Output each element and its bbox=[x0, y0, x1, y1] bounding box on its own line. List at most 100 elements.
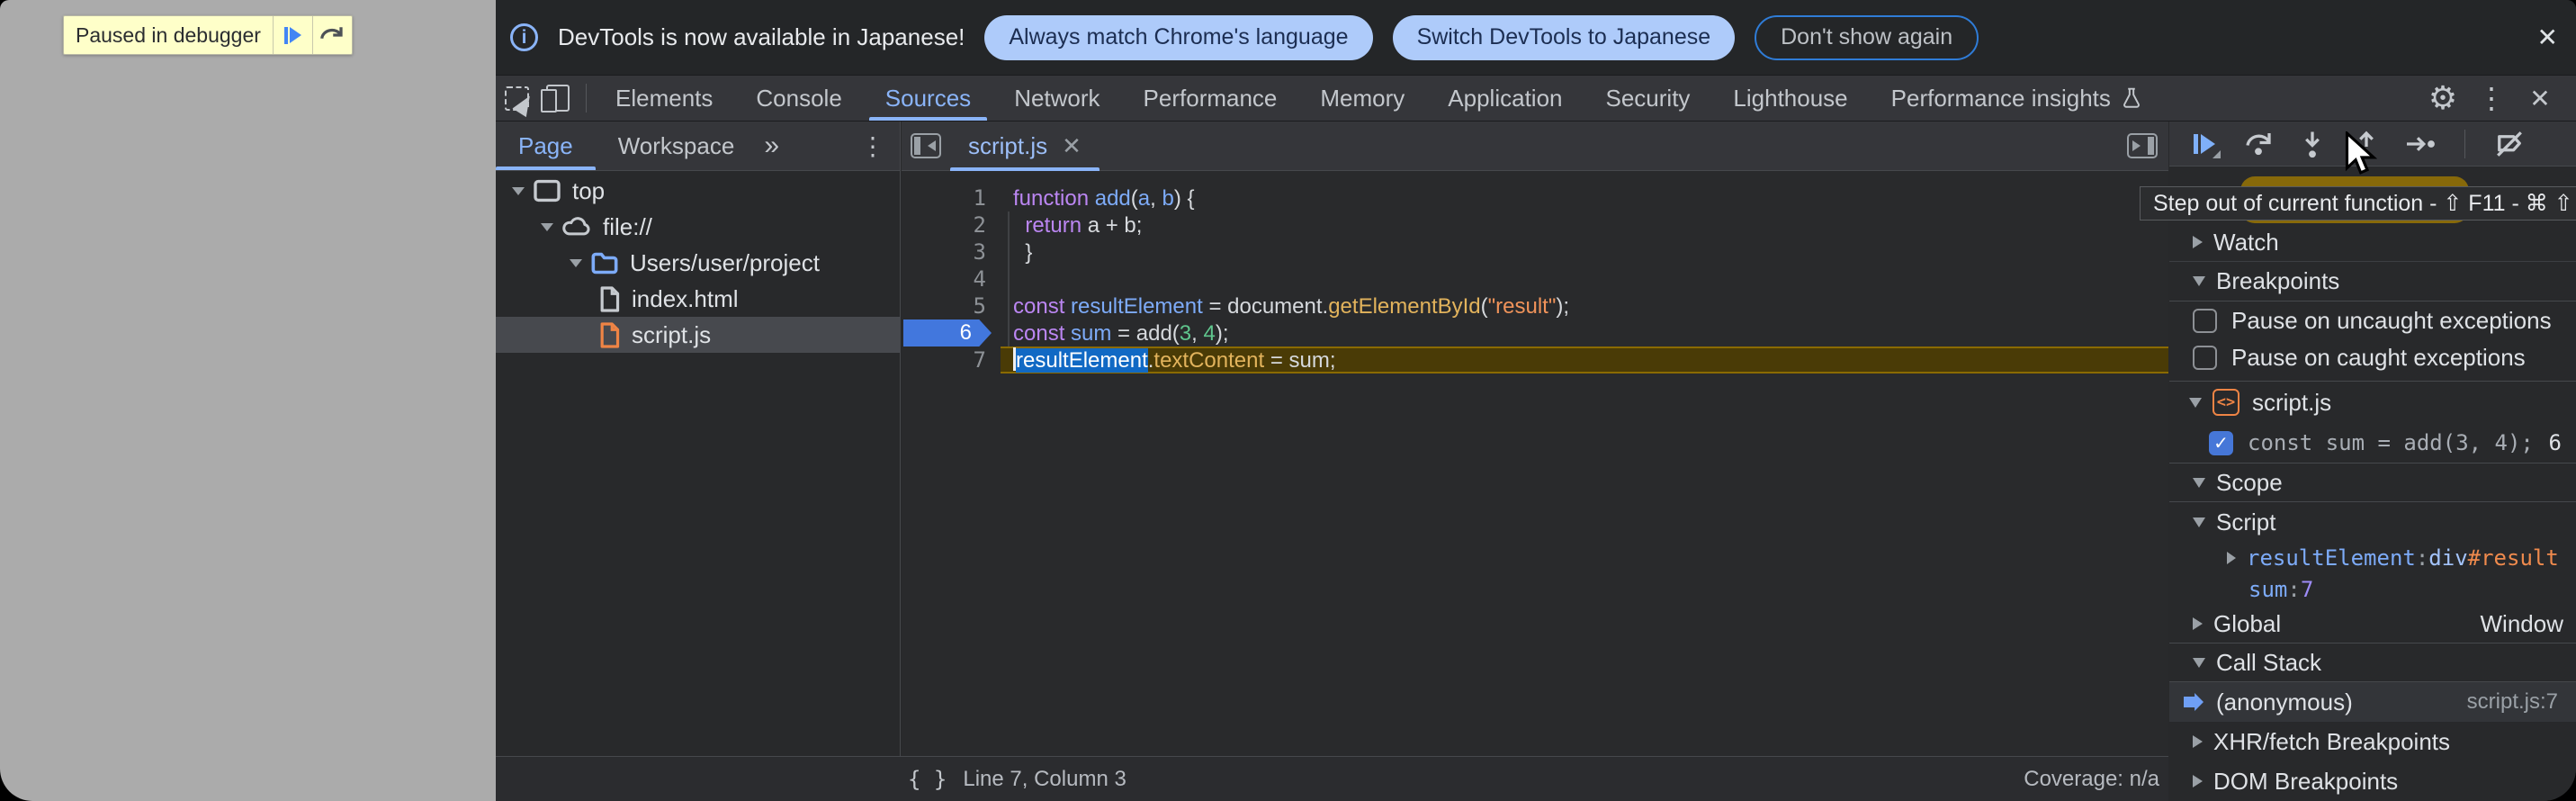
tab-network[interactable]: Network bbox=[992, 76, 1121, 121]
code-token: ); bbox=[1556, 294, 1569, 319]
tree-item-users-user-project[interactable]: Users/user/project bbox=[496, 245, 900, 281]
resume-script-button[interactable] bbox=[273, 16, 312, 54]
tab-application[interactable]: Application bbox=[1426, 76, 1584, 121]
toggle-device-toolbar-button[interactable] bbox=[537, 76, 579, 121]
editor-tab-label: script.js bbox=[968, 132, 1047, 160]
code-token: a + b; bbox=[1082, 213, 1142, 238]
line-number-6[interactable]: 6 bbox=[902, 320, 1001, 346]
line-number-4[interactable]: 4 bbox=[902, 266, 1001, 292]
section-scope[interactable]: Scope bbox=[2169, 464, 2576, 501]
chevron-down-icon bbox=[2189, 398, 2202, 408]
tab-page[interactable]: Page bbox=[496, 122, 596, 170]
var-value: 7 bbox=[2301, 577, 2313, 602]
line-number-1[interactable]: 1 bbox=[902, 184, 1001, 212]
hide-debugger-sidebar-icon[interactable] bbox=[2127, 133, 2158, 158]
line-number-7[interactable]: 7 bbox=[902, 346, 1001, 374]
inspect-element-button[interactable] bbox=[496, 76, 537, 121]
breakpoint-group-scriptjs[interactable]: <> script.js bbox=[2169, 382, 2576, 423]
code-token: function bbox=[1013, 186, 1089, 211]
tab-lighthouse[interactable]: Lighthouse bbox=[1711, 76, 1869, 121]
tab-label: Lighthouse bbox=[1733, 85, 1847, 112]
dont-show-again-button[interactable]: Don't show again bbox=[1755, 15, 1979, 60]
scope-var-resultelement[interactable]: resultElement: div#result bbox=[2169, 542, 2576, 574]
disclosure-triangle-icon[interactable] bbox=[570, 259, 582, 267]
code-line-6: const sum = add(3, 4); bbox=[902, 320, 2168, 346]
devtools-close-icon[interactable]: ✕ bbox=[2520, 84, 2560, 113]
call-stack-frame[interactable]: (anonymous) script.js:7 bbox=[2169, 682, 2576, 722]
step-over-icon bbox=[319, 23, 346, 47]
tree-item-script-js[interactable]: script.js bbox=[496, 317, 900, 353]
code-token: resultElement bbox=[1071, 294, 1203, 319]
tab-security[interactable]: Security bbox=[1584, 76, 1712, 121]
resume-icon bbox=[2194, 134, 2198, 154]
switch-to-japanese-button[interactable]: Switch DevTools to Japanese bbox=[1393, 15, 1736, 60]
section-breakpoints[interactable]: Breakpoints bbox=[2169, 262, 2576, 301]
pause-uncaught-label: Pause on uncaught exceptions bbox=[2231, 307, 2552, 335]
section-call-stack[interactable]: Call Stack bbox=[2169, 644, 2576, 681]
pause-uncaught-checkbox[interactable] bbox=[2193, 309, 2217, 333]
tab-label: Sources bbox=[885, 85, 971, 112]
line-number-2[interactable]: 2 bbox=[902, 212, 1001, 238]
cursor-position-label: Line 7, Column 3 bbox=[963, 767, 1126, 792]
scope-global-label: Global bbox=[2213, 610, 2281, 638]
section-dom-breakpoints[interactable]: DOM Breakpoints bbox=[2169, 761, 2576, 801]
line-number-3[interactable]: 3 bbox=[902, 238, 1001, 266]
scope-label: Scope bbox=[2216, 469, 2283, 497]
hide-navigator-icon[interactable] bbox=[911, 133, 941, 158]
pause-caught-checkbox[interactable] bbox=[2193, 346, 2217, 370]
resume-script-execution-button[interactable] bbox=[2187, 127, 2221, 161]
tab-label: Network bbox=[1014, 85, 1100, 112]
code-token: sum bbox=[1071, 321, 1111, 346]
pretty-print-icon[interactable]: { } bbox=[908, 767, 947, 792]
navigator-kebab-icon[interactable]: ⋮ bbox=[846, 122, 900, 170]
line-number-5[interactable]: 5 bbox=[902, 292, 1001, 320]
scope-script-group[interactable]: Script bbox=[2169, 502, 2576, 542]
scope-global-group[interactable]: Global Window bbox=[2169, 605, 2576, 643]
code-token: ( bbox=[1131, 186, 1138, 211]
inspect-cursor-icon bbox=[505, 86, 529, 111]
code-token: = document. bbox=[1203, 294, 1328, 319]
disclosure-triangle-icon[interactable] bbox=[512, 187, 525, 195]
always-match-language-button[interactable]: Always match Chrome's language bbox=[984, 15, 1372, 60]
var-name: sum bbox=[2248, 577, 2287, 602]
tree-item-index-html[interactable]: index.html bbox=[496, 281, 900, 317]
step-into-next-call-button[interactable] bbox=[2295, 127, 2329, 161]
breakpoint-entry[interactable]: ✓ const sum = add(3, 4); 6 bbox=[2169, 423, 2576, 463]
code-token: 4 bbox=[1203, 321, 1215, 346]
tree-item-file-[interactable]: file:// bbox=[496, 209, 900, 245]
code-token: , bbox=[1191, 321, 1203, 346]
disclosure-triangle-icon[interactable] bbox=[541, 223, 553, 231]
tab-workspace[interactable]: Workspace bbox=[596, 122, 758, 170]
code-editor[interactable]: function add(a, b) { return a + b; }cons… bbox=[902, 171, 2168, 756]
scope-global-value: Window bbox=[2481, 610, 2576, 638]
tab-sources[interactable]: Sources bbox=[864, 76, 992, 121]
code-token: = sum; bbox=[1264, 348, 1335, 373]
editor-tab-scriptjs[interactable]: script.js ✕ bbox=[950, 122, 1100, 171]
settings-gear-icon[interactable]: ⚙ bbox=[2423, 79, 2463, 117]
tabbar-right-controls: ⚙ ⋮ ✕ bbox=[2423, 76, 2576, 121]
section-xhr-breakpoints[interactable]: XHR/fetch Breakpoints bbox=[2169, 722, 2576, 761]
tree-item-top[interactable]: top bbox=[496, 173, 900, 209]
editor-tab-close-icon[interactable]: ✕ bbox=[1062, 132, 1082, 160]
xhr-breakpoints-label: XHR/fetch Breakpoints bbox=[2213, 728, 2450, 756]
step-button[interactable] bbox=[2403, 127, 2437, 161]
more-options-kebab-icon[interactable]: ⋮ bbox=[2472, 81, 2511, 115]
more-tabs-icon[interactable]: » bbox=[757, 122, 786, 170]
breakpoint-checkbox-checked[interactable]: ✓ bbox=[2209, 431, 2233, 455]
step-over-button[interactable] bbox=[312, 16, 352, 54]
navigator-header: Page Workspace » ⋮ bbox=[496, 122, 900, 171]
tab-performance[interactable]: Performance bbox=[1122, 76, 1299, 121]
breakpoint-flag[interactable]: 6 bbox=[903, 320, 992, 346]
infobar-close-icon[interactable]: ✕ bbox=[2537, 22, 2558, 52]
code-token: getElementById bbox=[1328, 294, 1480, 319]
code-token: a bbox=[1138, 186, 1150, 211]
deactivate-breakpoints-button[interactable] bbox=[2492, 127, 2527, 161]
tab-memory[interactable]: Memory bbox=[1298, 76, 1426, 121]
section-watch[interactable]: Watch bbox=[2169, 223, 2576, 261]
tab-console[interactable]: Console bbox=[734, 76, 863, 121]
tab-elements[interactable]: Elements bbox=[594, 76, 734, 121]
line-number-gutter[interactable]: 1234567 bbox=[902, 171, 1001, 756]
tab-performance-insights[interactable]: Performance insights bbox=[1870, 76, 2165, 121]
code-line-1: function add(a, b) { bbox=[902, 184, 2168, 212]
step-over-next-call-button[interactable] bbox=[2241, 127, 2275, 161]
